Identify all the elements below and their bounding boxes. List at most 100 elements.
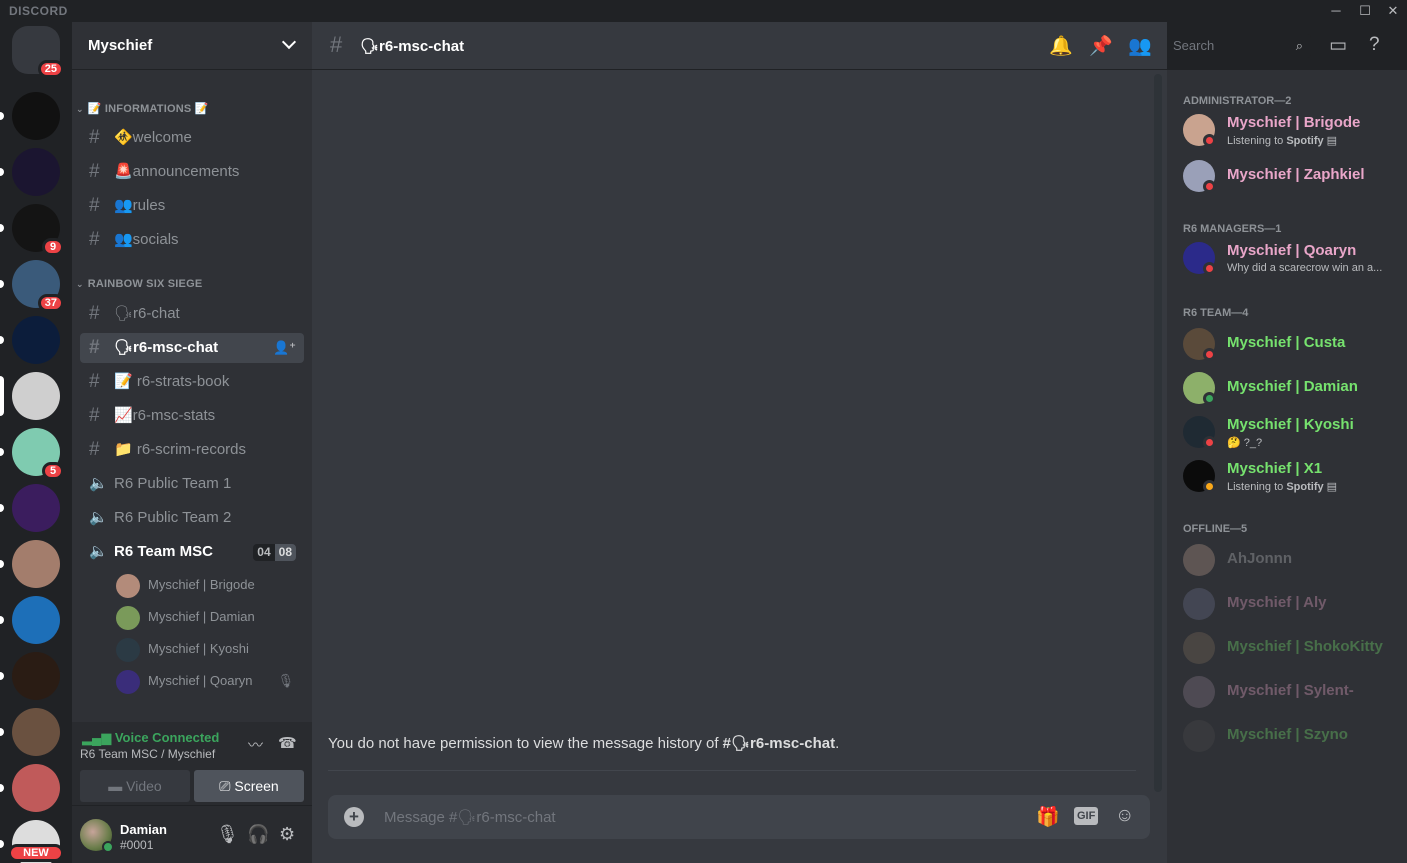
member-item[interactable]: Myschief | X1 Listening to Spotify ▤ — [1183, 456, 1399, 496]
voice-channel-name: R6 Public Team 2 — [114, 509, 232, 526]
category-label: 📝 INFORMATIONS 📝 — [87, 103, 209, 115]
server-icon-myschief[interactable] — [0, 372, 60, 420]
gif-button[interactable]: GIF — [1074, 807, 1099, 825]
activity-app: Spotify — [1286, 135, 1324, 147]
server-icon-server-5[interactable]: 37 — [0, 260, 64, 312]
server-icon-server-2[interactable] — [0, 92, 60, 140]
voice-user-2[interactable]: Myschief | Kyoshi — [116, 634, 304, 664]
server-badge: NEW — [8, 844, 64, 862]
channel-info-2[interactable]: # 👥rules — [80, 191, 304, 221]
member-item[interactable]: Myschief | Brigode Listening to Spotify ▤ — [1183, 110, 1399, 150]
hash-icon: # — [89, 195, 100, 216]
voice-location[interactable]: R6 Team MSC / Myschief — [80, 747, 215, 761]
message-composer[interactable]: + Message #🗣r6-msc-chat 🎁 GIF ☺ — [328, 795, 1150, 839]
members-icon[interactable]: 👥 — [1128, 34, 1152, 58]
category-r6[interactable]: ⌄ RAINBOW SIX SIEGE — [76, 278, 202, 290]
voice-connected-status[interactable]: ▂▄▆ Voice Connected — [82, 730, 219, 746]
activity-text: Why did a scarecrow win an a... — [1227, 262, 1383, 274]
search-input[interactable]: Search ⌕ — [1167, 34, 1311, 58]
noise-suppression-icon[interactable]: 〰 — [248, 734, 263, 755]
channel-r6-0[interactable]: # 🗣r6-chat — [80, 299, 304, 329]
gift-icon[interactable]: 🎁 — [1036, 805, 1060, 829]
bell-icon[interactable]: 🔔 — [1049, 34, 1073, 58]
status-indicator — [1203, 480, 1216, 493]
member-name: Myschief | Sylent- — [1227, 682, 1354, 699]
voice-channel-0[interactable]: 🔈 R6 Public Team 1 — [80, 469, 304, 499]
screen-share-icon: ⎚ — [219, 778, 231, 794]
server-pill — [0, 168, 4, 176]
microphone-icon[interactable]: 🎙 — [216, 824, 239, 845]
user-limit: 08 — [274, 544, 296, 561]
server-icon-server-14[interactable] — [0, 764, 60, 812]
server-icon-server-12[interactable] — [0, 652, 60, 700]
maximize-icon[interactable]: ☐ — [1355, 2, 1375, 20]
category-label: RAINBOW SIX SIEGE — [87, 278, 203, 290]
server-icon-server-9[interactable] — [0, 484, 60, 532]
member-item[interactable]: Myschief | Aly — [1183, 584, 1399, 624]
server-icon-server-3[interactable] — [0, 148, 60, 196]
server-icon-server-11[interactable] — [0, 596, 60, 644]
member-item[interactable]: Myschief | Zaphkiel — [1183, 156, 1399, 196]
minimize-icon[interactable]: ─ — [1326, 2, 1346, 20]
help-icon[interactable]: ? — [1369, 34, 1380, 56]
server-pill — [0, 376, 4, 416]
screen-share-button[interactable]: ⎚ Screen — [194, 770, 304, 802]
voice-channel-1[interactable]: 🔈 R6 Public Team 2 — [80, 503, 304, 533]
channel-r6-2[interactable]: # 📝 r6-strats-book — [80, 367, 304, 397]
user-tag: #0001 — [120, 838, 154, 852]
emoji-icon[interactable]: ☺ — [1115, 805, 1134, 827]
server-icon-home[interactable]: 25 — [12, 26, 64, 78]
member-item[interactable]: Myschief | Kyoshi 🤔 ?_? — [1183, 412, 1399, 452]
voice-user-0[interactable]: Myschief | Brigode — [116, 570, 304, 600]
hash-icon: # — [89, 161, 100, 182]
voice-channel-2[interactable]: 🔈 R6 Team MSC 04 08 — [80, 537, 304, 567]
server-icon-server-10[interactable] — [0, 540, 60, 588]
member-item[interactable]: Myschief | Szyno — [1183, 716, 1399, 756]
member-item[interactable]: Myschief | ShokoKitty — [1183, 628, 1399, 668]
member-item[interactable]: Myschief | Damian — [1183, 368, 1399, 408]
disconnect-icon[interactable]: ☎ — [278, 734, 297, 752]
channel-info-0[interactable]: # 🚸welcome — [80, 123, 304, 153]
headphones-icon[interactable]: 🎧 — [247, 824, 269, 845]
hash-icon: # — [89, 229, 100, 250]
pin-icon[interactable]: 📌 — [1089, 34, 1113, 58]
screen-label: Screen — [234, 778, 279, 794]
member-item[interactable]: Myschief | Qoaryn Why did a scarecrow win… — [1183, 238, 1399, 278]
category-informations[interactable]: ⌄ 📝 INFORMATIONS 📝 — [76, 102, 209, 115]
avatar — [116, 638, 140, 662]
member-item[interactable]: Myschief | Custa — [1183, 324, 1399, 364]
server-icon-server-6[interactable] — [0, 316, 60, 364]
guild-header[interactable]: Myschief — [72, 22, 312, 70]
channel-r6-3[interactable]: # 📈r6-msc-stats — [80, 401, 304, 431]
server-icon-server-15[interactable]: NEW — [0, 820, 64, 863]
channel-info-3[interactable]: # 👥socials — [80, 225, 304, 255]
add-attachment-icon[interactable]: + — [344, 807, 364, 827]
server-icon-server-8[interactable]: 5 — [0, 428, 64, 480]
channel-r6-1[interactable]: # 🗣r6-msc-chat 👤⁺ — [80, 333, 304, 363]
close-icon[interactable]: ✕ — [1383, 2, 1403, 20]
server-icon-server-4[interactable]: 9 — [0, 204, 64, 256]
inbox-icon[interactable]: ▭ — [1329, 34, 1347, 57]
channel-info-1[interactable]: # 🚨announcements — [80, 157, 304, 187]
voice-user-3[interactable]: Myschief | Qoaryn 🎙 — [116, 666, 304, 696]
chevron-down-icon[interactable] — [281, 34, 297, 50]
activity-text: 🤔 ?_? — [1227, 437, 1263, 449]
server-list: 25 9 37 5 NEW — [0, 22, 72, 863]
channel-r6-4[interactable]: # 📁 r6-scrim-records — [80, 435, 304, 465]
member-item[interactable]: AhJonnn — [1183, 540, 1399, 580]
member-item[interactable]: Myschief | Sylent- — [1183, 672, 1399, 712]
permission-suffix: . — [835, 735, 840, 752]
member-name: Myschief | Szyno — [1227, 726, 1348, 743]
member-name: Myschief | Qoaryn — [1227, 242, 1357, 259]
permission-channel-mention[interactable]: #🗣r6-msc-chat — [723, 735, 835, 752]
message-input[interactable]: Message #🗣r6-msc-chat — [384, 808, 556, 826]
voice-user-1[interactable]: Myschief | Damian — [116, 602, 304, 632]
gear-icon[interactable]: ⚙ — [279, 824, 295, 845]
username[interactable]: Damian — [120, 822, 167, 837]
server-icon-server-13[interactable] — [0, 708, 60, 756]
video-button[interactable]: ▬ Video — [80, 770, 190, 802]
member-name: Myschief | Kyoshi — [1227, 416, 1354, 433]
invite-user-icon[interactable]: 👤⁺ — [273, 333, 296, 363]
activity-text: Listening to — [1227, 135, 1287, 147]
scrollbar[interactable] — [1154, 74, 1162, 792]
